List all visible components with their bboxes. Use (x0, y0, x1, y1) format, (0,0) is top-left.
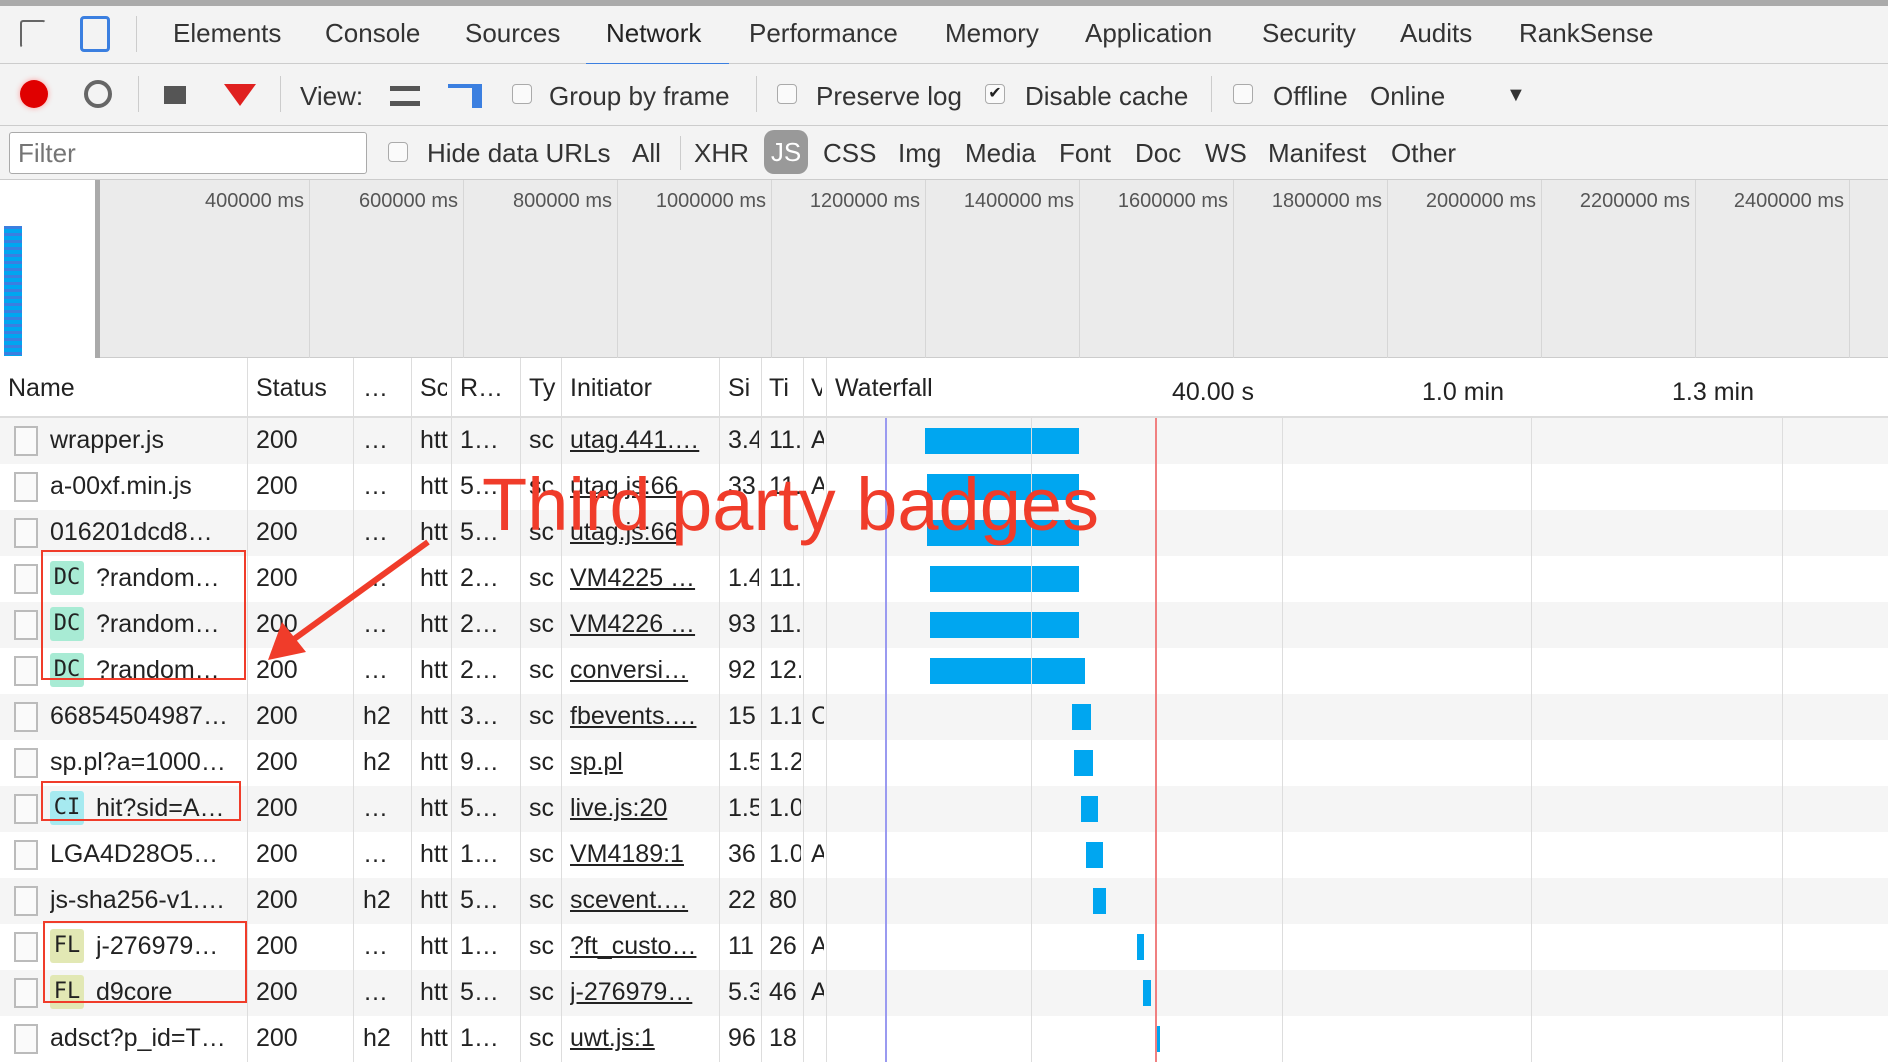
annotation-text: Third party badges (482, 463, 1100, 546)
